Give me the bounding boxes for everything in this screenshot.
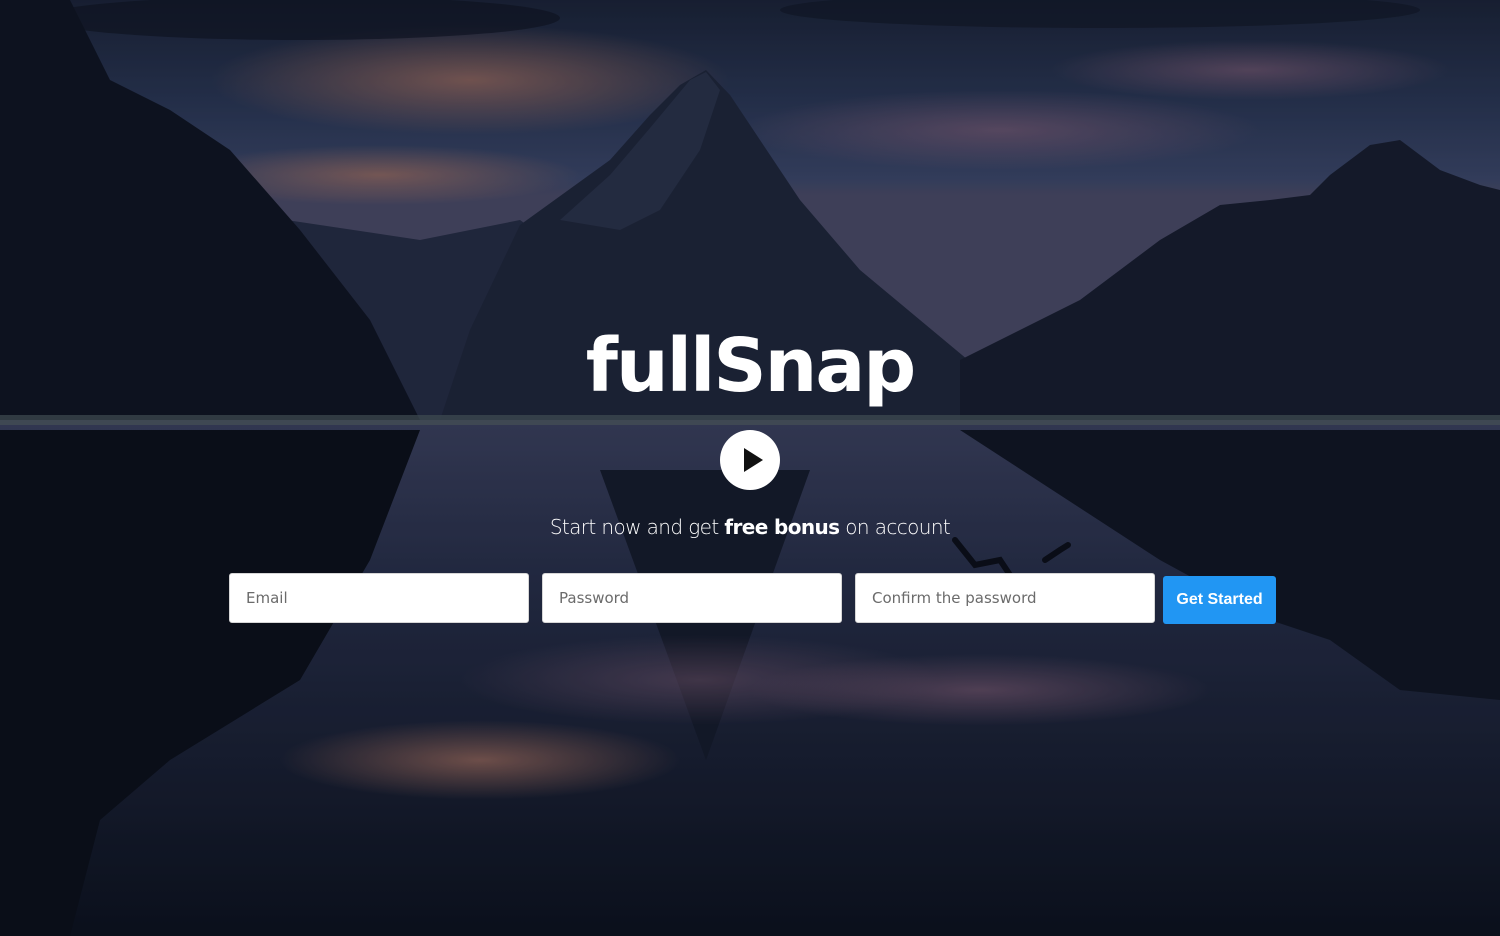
password-field[interactable] <box>542 573 842 623</box>
tagline-bold: free bonus <box>724 515 840 539</box>
hero-section: fullSnap Start now and get free bonus on… <box>0 0 1500 936</box>
play-icon <box>744 448 763 472</box>
tagline: Start now and get free bonus on account <box>0 510 1500 544</box>
tagline-suffix: on account <box>839 515 951 539</box>
hero-content: fullSnap Start now and get free bonus on… <box>0 0 1500 936</box>
confirm-password-field[interactable] <box>855 573 1155 623</box>
brand-title: fullSnap <box>585 323 917 409</box>
get-started-button[interactable]: Get Started <box>1163 576 1276 624</box>
email-field[interactable] <box>229 573 529 623</box>
signup-form: Get Started <box>229 573 1277 625</box>
play-video-button[interactable] <box>720 430 780 490</box>
tagline-prefix: Start now and get <box>549 515 725 539</box>
